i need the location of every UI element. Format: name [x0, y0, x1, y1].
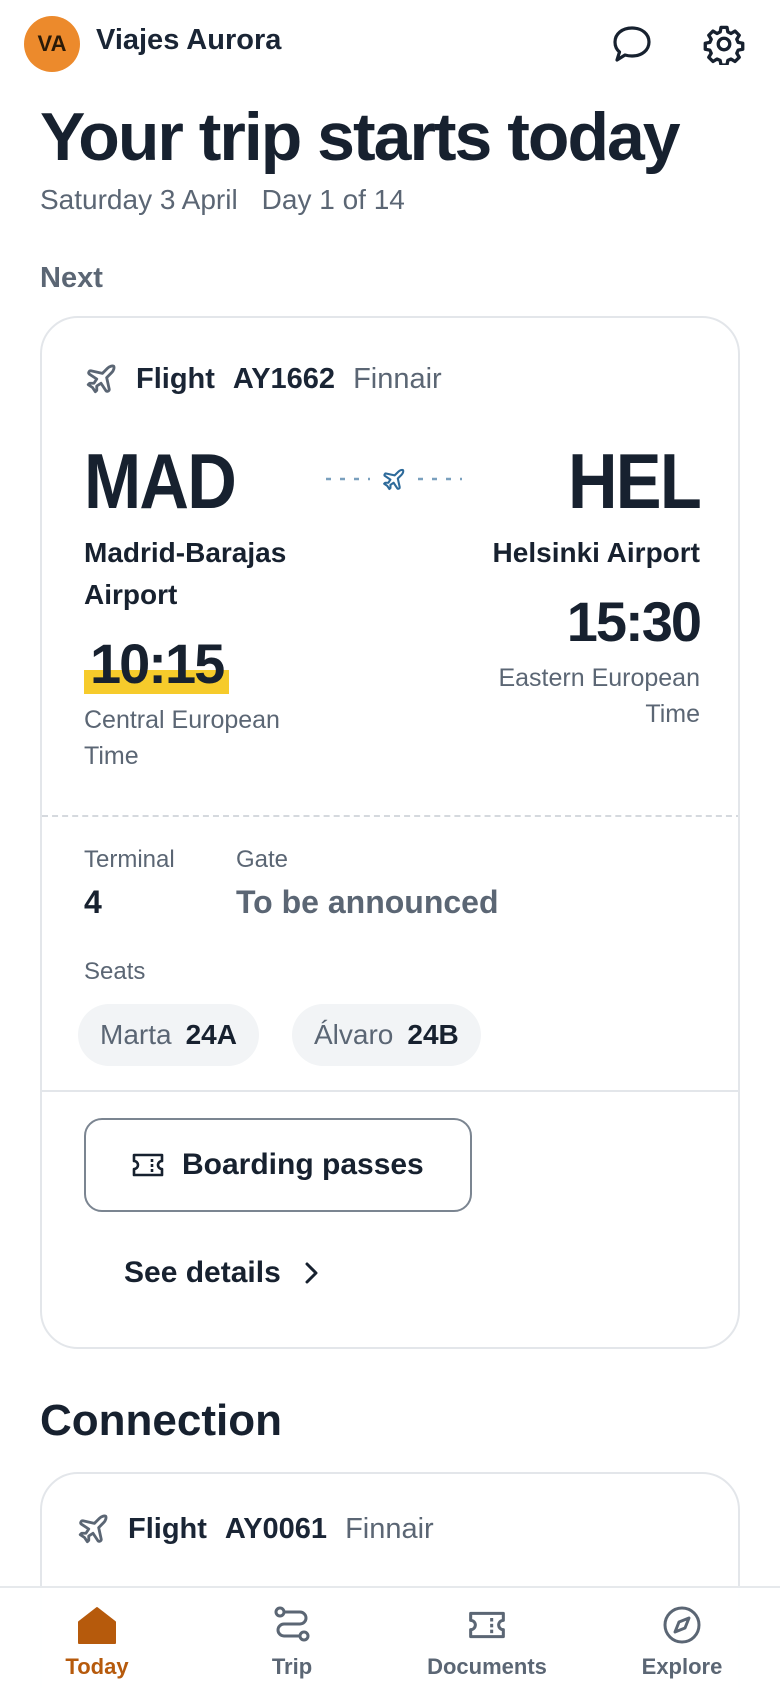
departure-timezone: Central European Time: [84, 706, 280, 770]
gate-value: To be announced: [236, 884, 499, 920]
tab-explore[interactable]: Explore: [607, 1588, 757, 1688]
tab-label: Trip: [271, 1654, 313, 1679]
arrival-time: 15:30: [566, 590, 702, 653]
seat-number: 24B: [407, 1019, 459, 1050]
route-plane-icon: [383, 468, 405, 491]
ticket-icon: [466, 1604, 508, 1646]
flight-number: AY0061: [224, 1512, 328, 1545]
dashed-divider: [42, 815, 738, 817]
seat-chip: Marta 24A: [78, 1004, 259, 1066]
chat-icon[interactable]: [608, 20, 656, 68]
avatar[interactable]: VA: [24, 16, 80, 72]
route-icon: [272, 1604, 312, 1646]
tab-label: Documents: [427, 1654, 547, 1679]
passenger-name: Álvaro: [314, 1019, 394, 1050]
terminal-value: 4: [84, 884, 102, 920]
next-flight-card: Flight AY1662 Finnair MAD HEL Madrid-Bar…: [40, 316, 740, 1349]
seat-number: 24A: [185, 1019, 237, 1050]
airline-name: Finnair: [345, 1512, 434, 1545]
compass-icon: [662, 1604, 702, 1646]
tab-documents[interactable]: Documents: [412, 1588, 562, 1688]
see-details-label: See details: [124, 1256, 281, 1289]
settings-gear-icon[interactable]: [700, 20, 748, 68]
ticket-icon: [130, 1150, 166, 1180]
home-icon: [76, 1604, 118, 1646]
arrival-timezone: Eastern European Time: [498, 664, 700, 728]
route-line: [324, 462, 464, 496]
destination-airport: Helsinki Airport: [492, 537, 700, 568]
see-details-link[interactable]: See details: [124, 1256, 319, 1290]
page-title: Your trip starts today: [40, 99, 681, 175]
passenger-name: Marta: [100, 1019, 172, 1050]
flight-number: AY1662: [232, 362, 336, 395]
terminal-label: Terminal: [84, 846, 175, 873]
brand-name: Viajes Aurora: [96, 24, 282, 56]
destination-code: HEL: [568, 437, 702, 525]
trip-subtitle: Saturday 3 April Day 1 of 14: [40, 184, 405, 216]
seat-chip: Álvaro 24B: [292, 1004, 481, 1066]
departure-time: 10:15: [84, 634, 230, 694]
flight-type-label: Flight: [128, 1512, 207, 1545]
gate-label: Gate: [236, 846, 289, 873]
chevron-right-icon: [303, 1260, 319, 1286]
app-header: VA Viajes Aurora: [0, 0, 780, 92]
divider: [42, 1090, 738, 1092]
tab-trip[interactable]: Trip: [217, 1588, 367, 1688]
tab-today[interactable]: Today: [22, 1588, 172, 1688]
next-section-label: Next: [40, 262, 103, 294]
airline-name: Finnair: [353, 362, 442, 395]
tab-label: Explore: [641, 1654, 723, 1679]
tab-label: Today: [65, 1654, 129, 1679]
flight-header: Flight AY0061 Finnair: [76, 1512, 434, 1546]
origin-code: MAD: [84, 437, 237, 525]
seats-label: Seats: [84, 958, 146, 985]
flight-header: Flight AY1662 Finnair: [84, 362, 442, 396]
boarding-passes-button[interactable]: Boarding passes: [84, 1118, 472, 1212]
origin-airport: Madrid-Barajas Airport: [84, 537, 287, 610]
flight-type-label: Flight: [136, 362, 215, 395]
boarding-passes-label: Boarding passes: [182, 1148, 424, 1181]
plane-icon: [84, 362, 118, 396]
bottom-tab-bar: Today Trip Documents Explore: [0, 1586, 780, 1688]
plane-icon: [76, 1512, 110, 1546]
connection-section-label: Connection: [40, 1396, 282, 1445]
trip-day-progress: Day 1 of 14: [261, 184, 405, 215]
trip-date: Saturday 3 April: [40, 184, 238, 215]
